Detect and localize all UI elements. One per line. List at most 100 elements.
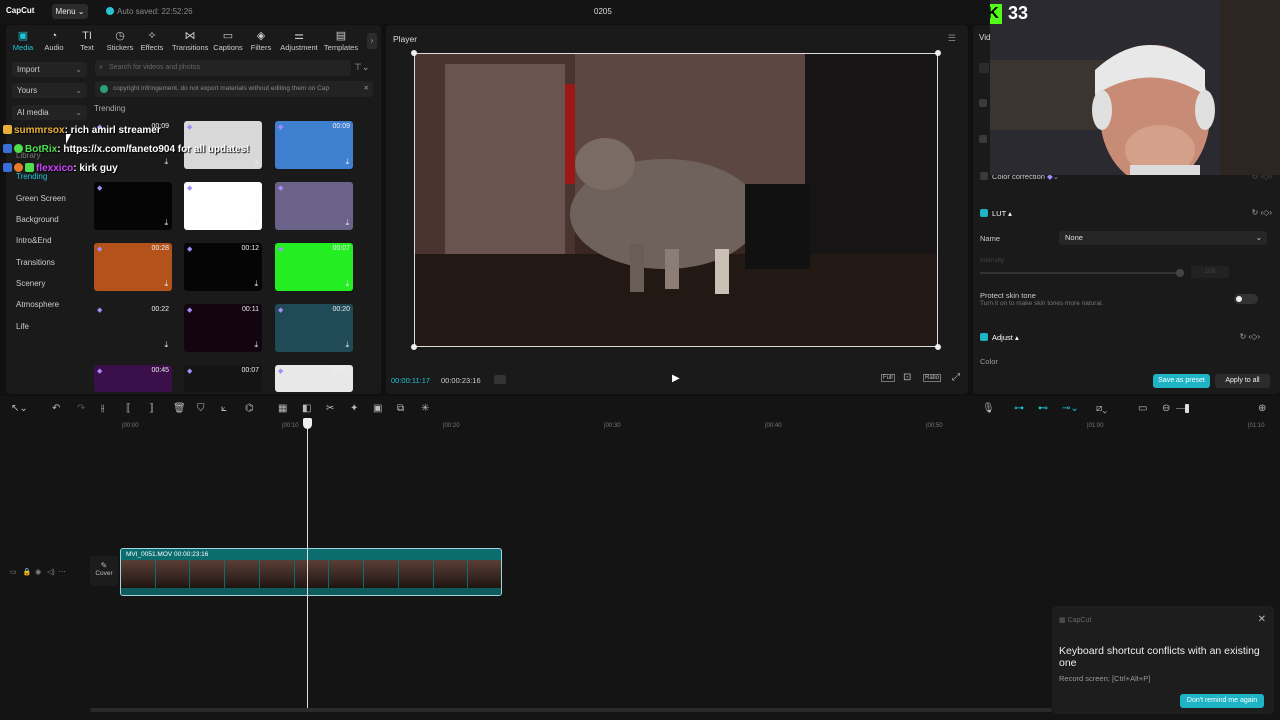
- tab-text[interactable]: TI Text: [70, 29, 104, 52]
- caption-icon[interactable]: ▣: [373, 403, 382, 414]
- tab-transitions[interactable]: ⋈ Transitions: [172, 29, 208, 52]
- microphone-icon[interactable]: 🎙: [982, 403, 995, 414]
- tab-adjustment[interactable]: ⚌ Adjustment: [279, 29, 319, 52]
- delete-icon[interactable]: 🗑: [173, 403, 186, 414]
- undo-icon[interactable]: ↶: [52, 403, 60, 414]
- media-thumbnail[interactable]: ◆ 00:07 ⤓: [275, 243, 353, 291]
- close-icon[interactable]: ✕: [1258, 614, 1266, 625]
- media-thumbnail[interactable]: ◆ ⤓: [275, 182, 353, 230]
- dont-remind-button[interactable]: Don't remind me again: [1180, 694, 1264, 708]
- media-thumbnail[interactable]: ◆ 00:45: [94, 365, 172, 392]
- magnet-icon[interactable]: ⊷: [1038, 403, 1048, 414]
- reset-icon[interactable]: ↻ ‹◇›: [1240, 332, 1260, 341]
- media-thumbnail[interactable]: ◆ ⤓: [94, 182, 172, 230]
- checkbox[interactable]: [979, 99, 987, 107]
- download-icon[interactable]: ⤓: [345, 157, 349, 167]
- split-right-icon[interactable]: ⟧: [149, 403, 154, 414]
- crop-handle[interactable]: [935, 344, 941, 350]
- download-icon[interactable]: ⤓: [345, 279, 349, 289]
- tab-stickers[interactable]: ◷ Stickers: [103, 29, 137, 52]
- category-transitions[interactable]: Transitions: [16, 258, 55, 267]
- play-icon[interactable]: ▶: [672, 373, 680, 384]
- ai-enhance-icon[interactable]: ✳: [421, 403, 429, 414]
- lut-name-select[interactable]: None ⌄: [1059, 231, 1267, 245]
- menu-lines-icon[interactable]: ☰: [948, 33, 956, 44]
- media-thumbnail[interactable]: ◆ 00:28 ⤓: [94, 243, 172, 291]
- search-input[interactable]: ⌕ Search for videos and photos: [95, 60, 351, 76]
- crop-icon[interactable]: ⟀: [221, 403, 227, 414]
- close-icon[interactable]: ✕: [364, 81, 369, 97]
- download-icon[interactable]: ⤓: [164, 157, 168, 167]
- crop-handle[interactable]: [935, 50, 941, 56]
- media-thumbnail[interactable]: ◆ ⤓: [184, 182, 262, 230]
- tab-video[interactable]: Vid: [979, 33, 990, 42]
- playhead-handle[interactable]: [303, 418, 312, 429]
- download-icon[interactable]: ⤓: [254, 279, 258, 289]
- media-thumbnail[interactable]: ◆ 00:20 ⤓: [275, 304, 353, 352]
- snap-icon[interactable]: ⊸⌄: [1062, 403, 1079, 414]
- speaker-icon[interactable]: ◁): [47, 569, 55, 576]
- apply-all-button[interactable]: Apply to all: [1215, 374, 1270, 388]
- redo-icon[interactable]: ↷: [77, 403, 85, 414]
- tab-media[interactable]: ▣ Media: [6, 29, 40, 52]
- category-atmosphere[interactable]: Atmosphere: [16, 300, 59, 309]
- media-thumbnail[interactable]: ◆ 00:12 ⤓: [184, 243, 262, 291]
- tab-templates[interactable]: ▤ Templates: [322, 29, 360, 52]
- speed-icon[interactable]: ⌬: [245, 403, 254, 414]
- category-green-screen[interactable]: Green Screen: [16, 194, 66, 203]
- media-thumbnail[interactable]: ◆ 00:07: [184, 365, 262, 392]
- screenshot-icon[interactable]: ⊡: [903, 372, 911, 383]
- crop-handle[interactable]: [411, 50, 417, 56]
- adjust-checkbox[interactable]: [980, 333, 988, 341]
- link-icon[interactable]: ⊶: [1014, 403, 1024, 414]
- checkbox[interactable]: [979, 135, 987, 143]
- yours-button[interactable]: Yours ⌄: [12, 83, 87, 98]
- menu-button[interactable]: Menu ⌄: [52, 4, 88, 19]
- magic-icon[interactable]: ✦: [350, 403, 358, 414]
- adjust-row[interactable]: Adjust ▴: [980, 333, 1019, 342]
- category-scenery[interactable]: Scenery: [16, 279, 45, 288]
- mirror-icon[interactable]: ◧: [302, 403, 311, 414]
- save-preset-button[interactable]: Save as preset: [1153, 374, 1210, 388]
- split-icon[interactable]: ⫲: [101, 403, 104, 414]
- chevron-right-icon[interactable]: ›: [367, 33, 377, 49]
- intensity-input[interactable]: 100: [1191, 266, 1229, 278]
- tab-audio[interactable]: ◔ Audio: [37, 29, 71, 52]
- cutout-icon[interactable]: ✂: [326, 403, 334, 414]
- video-clip[interactable]: MVI_0051.MOV 00:00:23:16: [120, 548, 502, 596]
- protect-skin-toggle[interactable]: [1234, 294, 1258, 304]
- video-preview[interactable]: [414, 53, 938, 347]
- download-icon[interactable]: ⤓: [164, 340, 168, 350]
- media-thumbnail[interactable]: ◆ 00:01: [275, 365, 353, 392]
- lut-checkbox[interactable]: [980, 209, 988, 217]
- download-icon[interactable]: ⤓: [164, 279, 168, 289]
- download-icon[interactable]: ⤓: [254, 218, 258, 228]
- color-correction-checkbox[interactable]: [980, 172, 988, 180]
- media-thumbnail[interactable]: ◆ 00:22 ⤓: [94, 304, 172, 352]
- category-intro-end[interactable]: Intro&End: [16, 236, 52, 245]
- lock-icon[interactable]: 🔒: [22, 569, 31, 576]
- ratio-button[interactable]: Ratio: [923, 374, 942, 382]
- zoom-in-icon[interactable]: ⊕: [1258, 403, 1266, 414]
- tab-effects[interactable]: ✧ Effects: [135, 29, 169, 52]
- timecode-format-icon[interactable]: [494, 375, 506, 384]
- tab-filters[interactable]: ◈ Filters: [244, 29, 278, 52]
- intensity-slider-handle[interactable]: [1176, 269, 1184, 277]
- download-icon[interactable]: ⤓: [164, 218, 168, 228]
- shield-icon[interactable]: ⛉: [197, 403, 205, 414]
- media-thumbnail[interactable]: ◆ 00:09 ⤓: [275, 121, 353, 169]
- select-tool-icon[interactable]: ↖⌄: [11, 403, 28, 414]
- media-thumbnail[interactable]: ◆ 00:11 ⤓: [184, 304, 262, 352]
- download-icon[interactable]: ⤓: [254, 157, 258, 167]
- import-button[interactable]: Import ⌄: [12, 62, 87, 77]
- ai-media-button[interactable]: AI media ⌄: [12, 105, 87, 120]
- caption-track-icon[interactable]: ▭: [1138, 403, 1147, 414]
- zoom-slider-handle[interactable]: [1185, 404, 1189, 413]
- split-left-icon[interactable]: ⟦: [126, 403, 131, 414]
- download-icon[interactable]: ⤓: [345, 340, 349, 350]
- download-icon[interactable]: ⤓: [345, 218, 349, 228]
- more-icon[interactable]: ⋯: [59, 569, 66, 576]
- category-background[interactable]: Background: [16, 215, 59, 224]
- download-icon[interactable]: ⤓: [254, 340, 258, 350]
- export-frame-icon[interactable]: ⧉: [397, 403, 404, 414]
